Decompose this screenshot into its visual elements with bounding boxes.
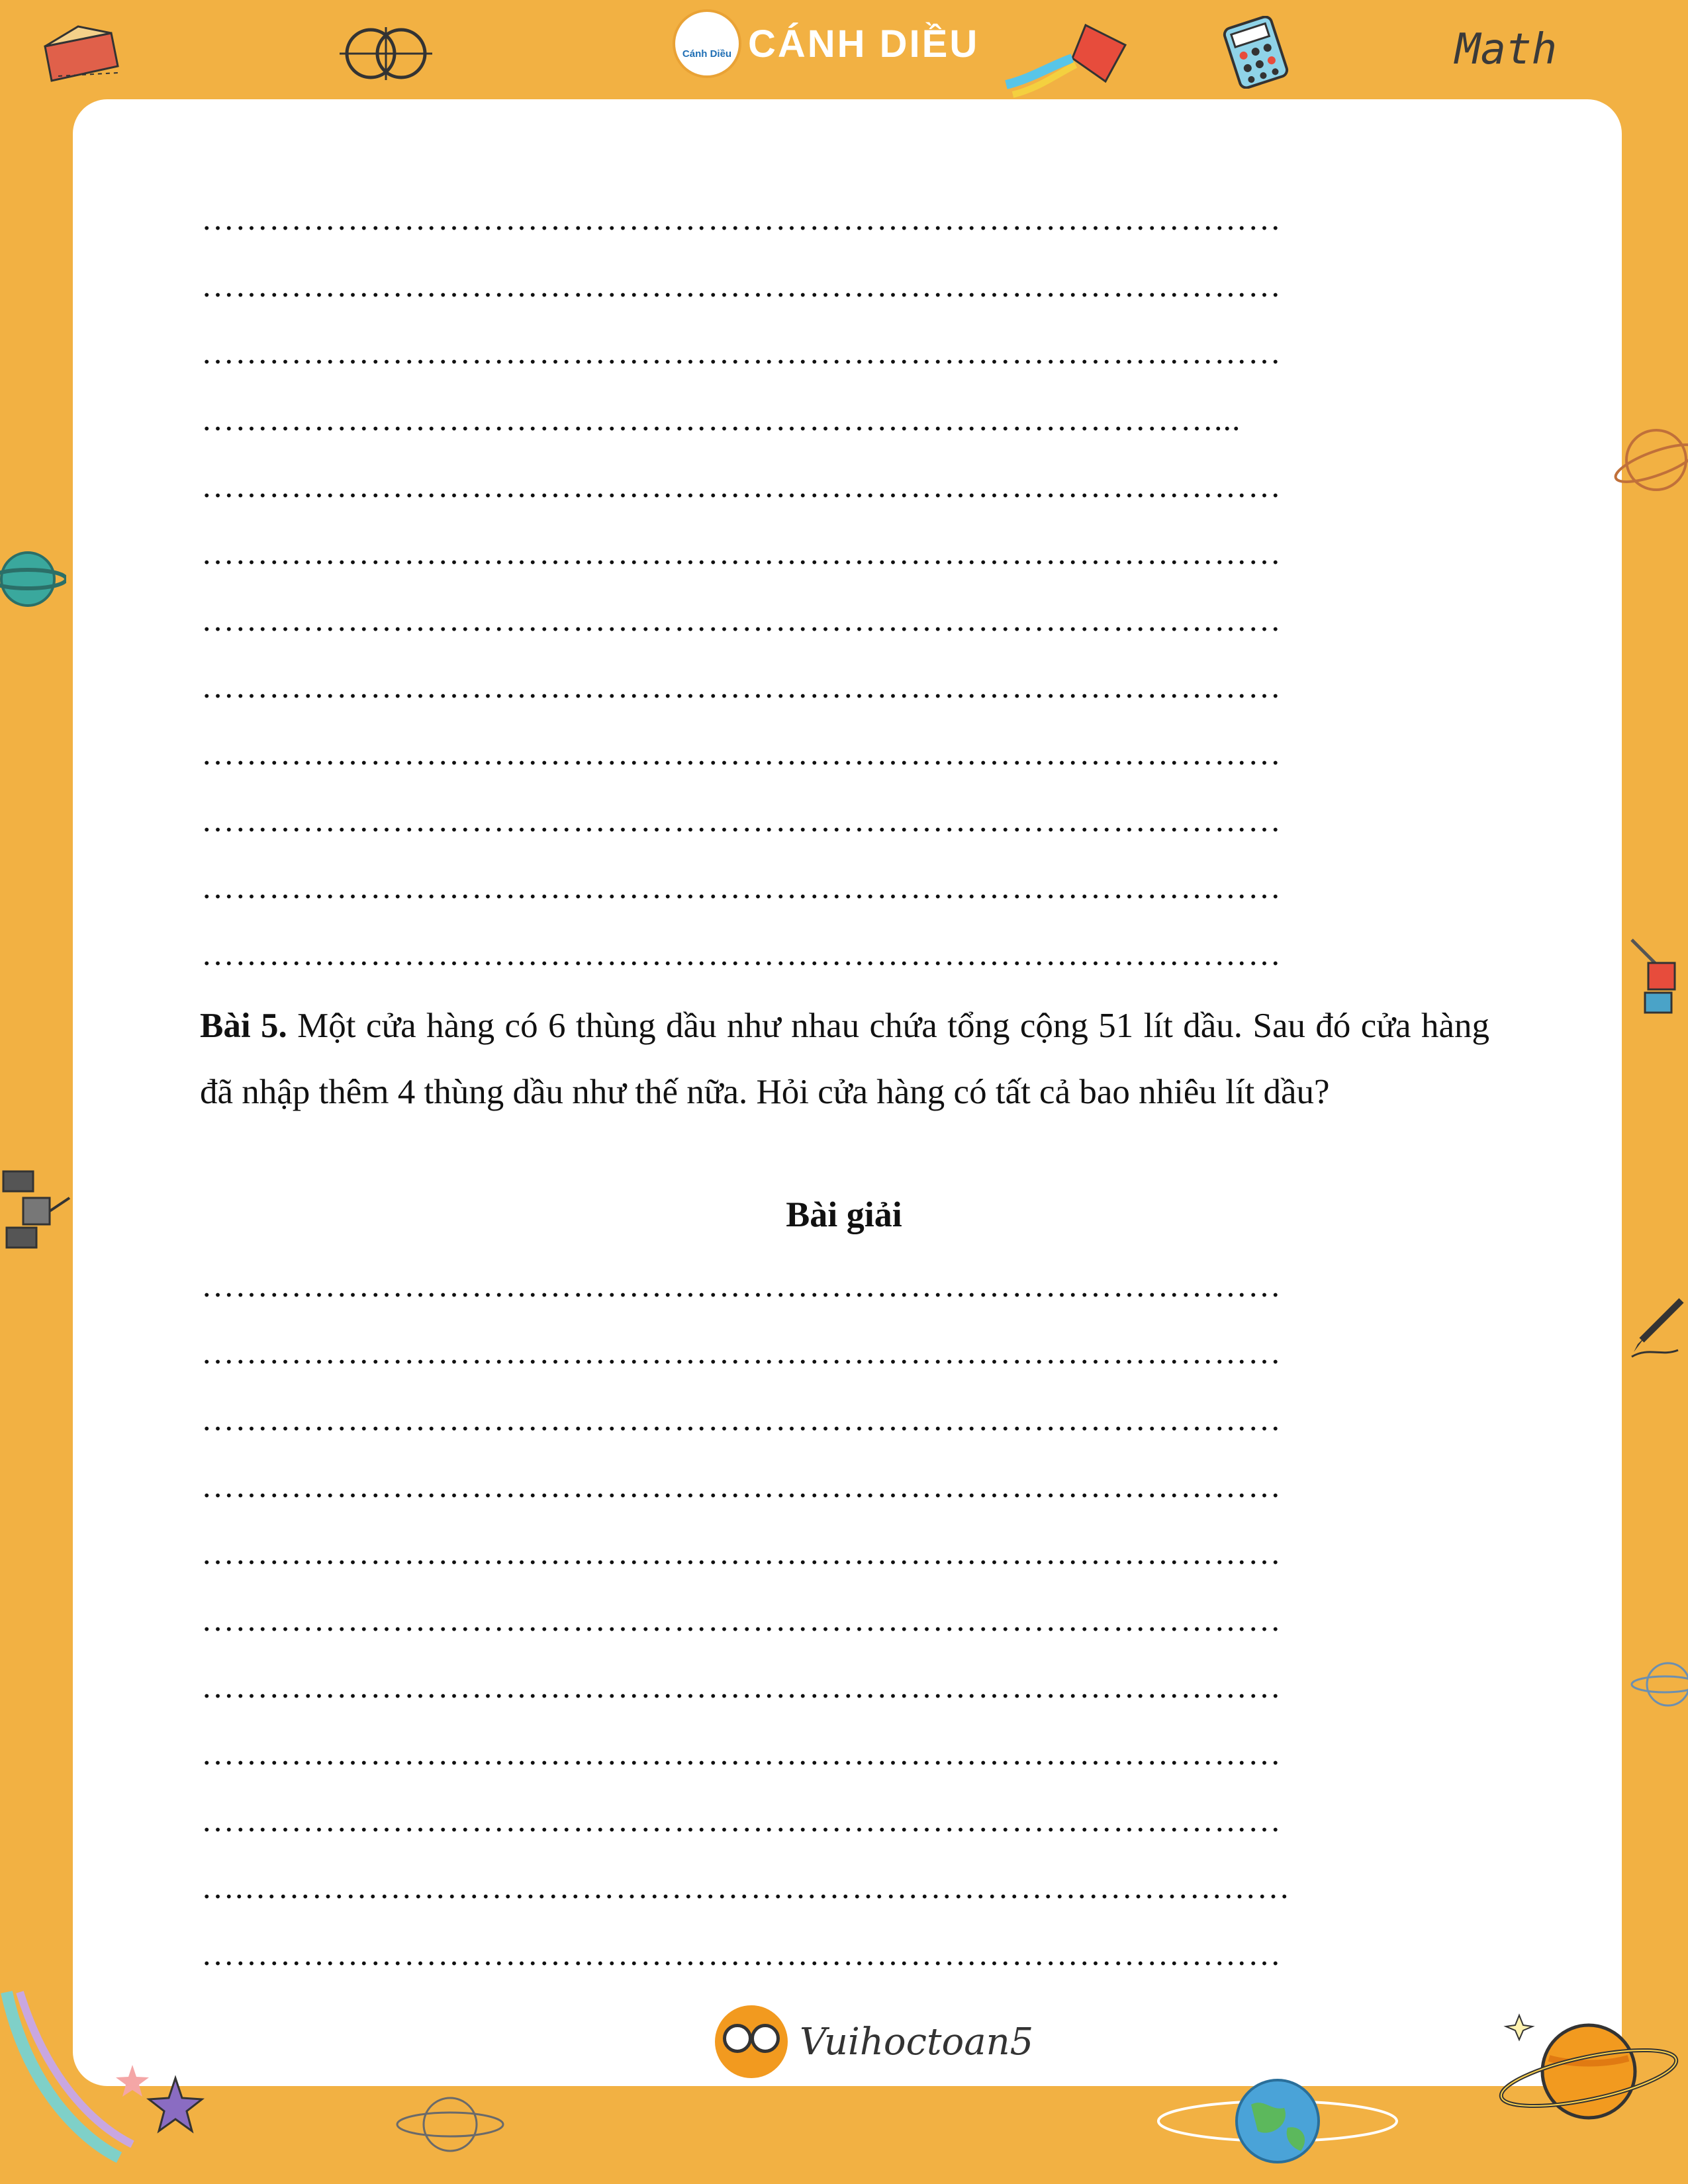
answer-line[interactable]: ….………………………………………………………………………………… <box>201 1867 1472 1907</box>
answer-line[interactable]: …………………………………………………………………………………… <box>201 1934 1472 1974</box>
calculator-icon <box>1223 16 1289 89</box>
answer-line[interactable]: …………………………………………………………………………………… <box>201 466 1472 506</box>
answer-line[interactable]: …………………………………………………………………………………… <box>201 1533 1472 1572</box>
answer-line[interactable]: …………………………………………………………………………………… <box>201 1800 1472 1840</box>
planet-outline-right-icon <box>1630 1662 1688 1707</box>
venn-diagram-icon <box>340 27 432 80</box>
answer-line[interactable]: ………………………………………………………………………………... <box>201 399 1472 439</box>
footer-logo: Vuihoctoan5 <box>715 2005 1033 2078</box>
ruler-icon <box>44 25 119 82</box>
answer-line[interactable]: …………………………………………………………………………………… <box>201 1666 1472 1706</box>
kite-icon <box>1005 23 1127 98</box>
answer-line[interactable]: …………………………………………………………………………………… <box>201 199 1472 238</box>
planet-outline-bottom-icon <box>396 2097 504 2152</box>
answer-line[interactable]: …………………………………………………………………………………… <box>201 1466 1472 1506</box>
footer-brand: Vuihoctoan5 <box>800 2020 1034 2064</box>
page-header: Cánh Diều CÁNH DIỀU Math <box>0 0 1688 99</box>
problem-number: Bài 5. <box>200 1007 287 1045</box>
answer-line[interactable]: …………………………………………………………………………………… <box>201 1600 1472 1639</box>
answer-line[interactable]: …………………………………………………………………………………… <box>201 600 1472 639</box>
problem-text: Một cửa hàng có 6 thùng dầu như nhau chứ… <box>200 1007 1489 1111</box>
satellite-icon <box>1630 938 1676 1014</box>
solution-title: Bài giải <box>786 1195 902 1234</box>
answer-line[interactable]: …………………………………………………………………………………… <box>201 1733 1472 1773</box>
earth-icon <box>1157 2079 1398 2163</box>
problem-statement: Bài 5. Một cửa hàng có 6 thùng dầu như n… <box>200 993 1489 1125</box>
answer-line[interactable]: …………………………………………………………………………………… <box>201 733 1472 773</box>
answer-line[interactable]: …………………………………………………………………………………… <box>201 332 1472 372</box>
answer-line[interactable]: …………………………………………………………………………………… <box>201 1332 1472 1372</box>
saturn-icon <box>1499 2013 1679 2120</box>
brand-logo-text: Cánh Diều <box>682 48 732 60</box>
owl-icon <box>715 2005 788 2078</box>
planet-icon <box>0 551 66 607</box>
shooting-star-icon <box>1 1991 205 2163</box>
answer-line[interactable]: …………………………………………………………………………………… <box>201 1399 1472 1439</box>
answer-line[interactable]: …………………………………………………………………………………… <box>201 934 1472 974</box>
pencil-icon <box>1631 1298 1684 1358</box>
answer-line[interactable]: …………………………………………………………………………………… <box>201 533 1472 572</box>
brand-title: CÁNH DIỀU <box>748 22 980 66</box>
math-label: Math <box>1455 25 1558 74</box>
answer-line[interactable]: …………………………………………………………………………………… <box>201 800 1472 840</box>
planet-outline-icon <box>1614 429 1688 491</box>
answer-line[interactable]: …………………………………………………………………………………… <box>201 1265 1472 1305</box>
kite-logo-icon: Cánh Diều <box>675 12 739 75</box>
answer-line[interactable]: …………………………………………………………………………………… <box>201 867 1472 907</box>
answer-line[interactable]: …………………………………………………………………………………… <box>201 265 1472 305</box>
brand-header: Cánh Diều CÁNH DIỀU <box>675 12 979 75</box>
answer-line[interactable]: …………………………………………………………………………………… <box>201 666 1472 706</box>
